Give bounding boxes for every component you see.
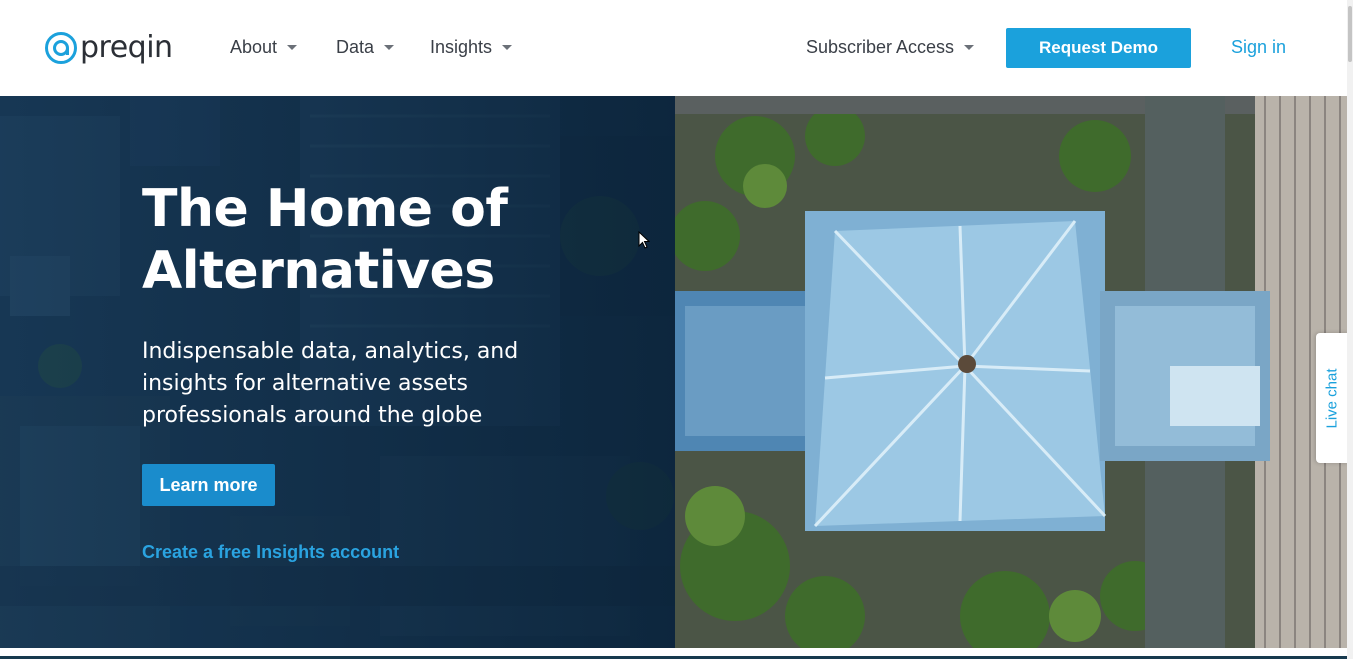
request-demo-button[interactable]: Request Demo: [1006, 28, 1191, 68]
nav-insights[interactable]: Insights: [430, 37, 513, 58]
nav-subscriber-access[interactable]: Subscriber Access: [806, 37, 975, 58]
building-aerial-image: [675, 96, 1349, 648]
nav-data[interactable]: Data: [336, 37, 395, 58]
chevron-down-icon: [287, 45, 298, 50]
page-bottom-edge: [0, 648, 1349, 659]
subscriber-access-label: Subscriber Access: [806, 37, 955, 57]
chevron-down-icon: [384, 45, 395, 50]
hero-title: The Home of Alternatives: [142, 178, 642, 302]
nav-about[interactable]: About: [230, 37, 298, 58]
preqin-logo[interactable]: preqin: [44, 30, 173, 66]
sign-in-link[interactable]: Sign in: [1231, 37, 1286, 58]
nav-about-label: About: [230, 37, 278, 57]
live-chat-tab[interactable]: Live chat: [1316, 333, 1349, 463]
create-insights-account-link[interactable]: Create a free Insights account: [142, 542, 399, 563]
scrollbar-thumb[interactable]: [1348, 6, 1352, 62]
at-sign-logo-icon: [45, 32, 77, 64]
chevron-down-icon: [964, 45, 975, 50]
hero-subtitle: Indispensable data, analytics, and insig…: [142, 339, 519, 428]
logo-wordmark: preqin: [80, 30, 173, 65]
hero-title-line1: The Home of: [142, 179, 508, 239]
mouse-pointer-icon: [638, 231, 650, 249]
nav-data-label: Data: [336, 37, 375, 57]
site-header: preqin About Data Insights Subscriber Ac…: [0, 0, 1353, 96]
hero-building-image: [675, 96, 1349, 648]
live-chat-label: Live chat: [1324, 367, 1342, 429]
hero-title-line2: Alternatives: [142, 241, 495, 301]
nav-insights-label: Insights: [430, 37, 493, 57]
scrollbar[interactable]: [1347, 0, 1353, 659]
chevron-down-icon: [502, 45, 513, 50]
hero-section: The Home of Alternatives Indispensable d…: [0, 96, 1349, 648]
learn-more-button[interactable]: Learn more: [142, 464, 275, 506]
